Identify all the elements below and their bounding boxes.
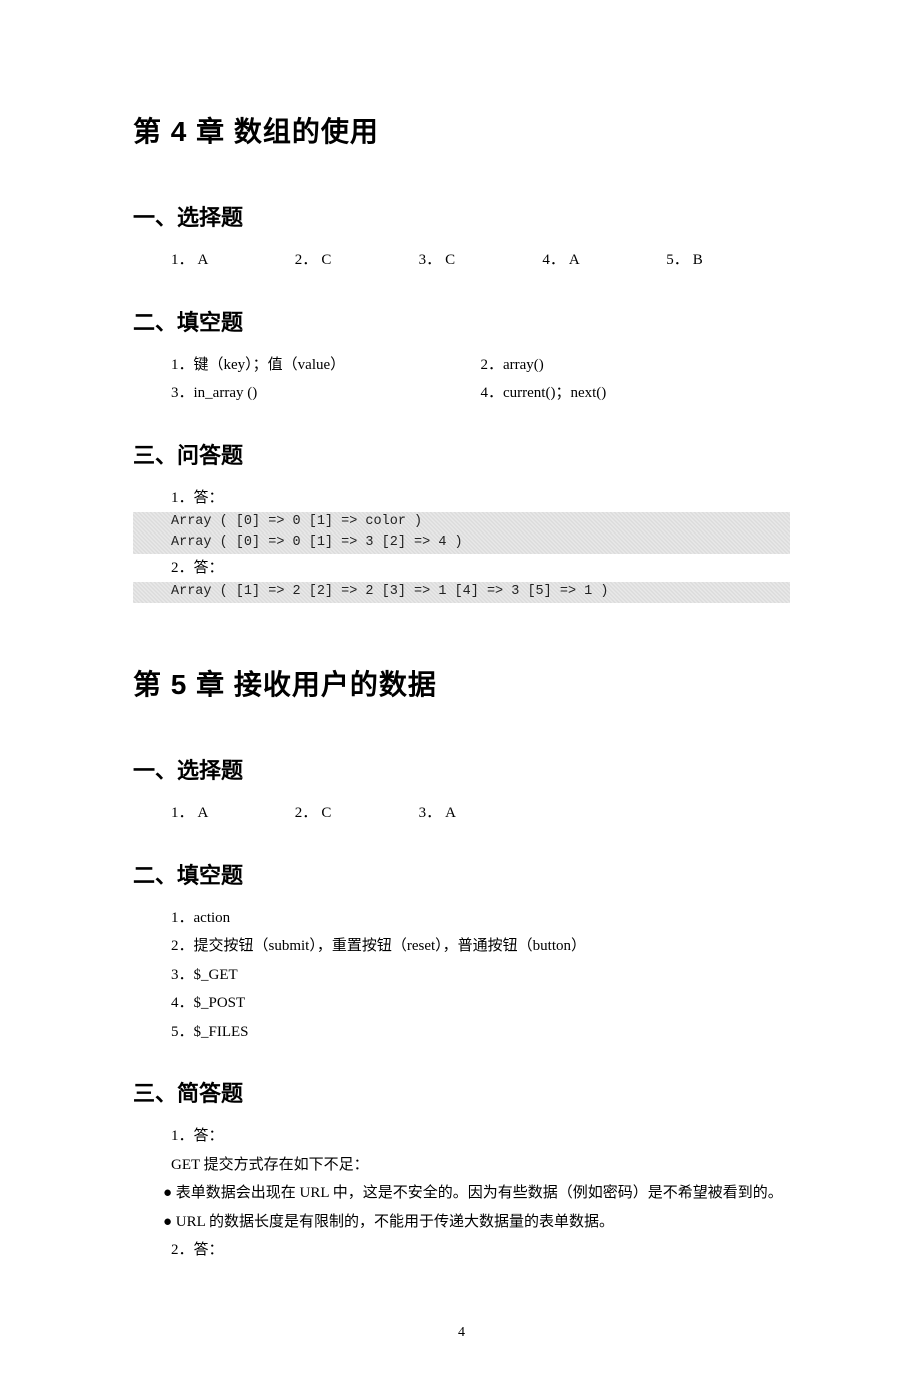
fill-cell: 3．in_array ()	[171, 379, 481, 408]
qa-label: 2．答：	[133, 554, 790, 583]
item-ans: C	[321, 252, 331, 268]
choice-answers: 1．A 2．C 3．A	[133, 799, 790, 828]
essay-line: 2．答：	[133, 1236, 790, 1265]
fill-item: 3．$_GET	[171, 961, 790, 990]
item-ans: C	[321, 805, 331, 821]
section-essay: 三、简答题 1．答： GET 提交方式存在如下不足： ● 表单数据会出现在 UR…	[133, 1076, 790, 1265]
essay-line: 1．答：	[133, 1122, 790, 1151]
fill-list: 1．action 2．提交按钮（submit），重置按钮（reset），普通按钮…	[133, 904, 790, 1047]
item-num: 1．	[171, 252, 194, 268]
choice-item: 2．C	[295, 799, 419, 828]
section-title: 三、简答题	[133, 1076, 790, 1108]
fill-row: 1．键（key）；值（value） 2．array()	[171, 351, 790, 380]
qa-label: 1．答：	[133, 484, 790, 513]
section-qa: 三、问答题 1．答： Array ( [0] => 0 [1] => color…	[133, 438, 790, 604]
section-fill: 二、填空题 1．键（key）；值（value） 2．array() 3．in_a…	[133, 305, 790, 408]
fill-item: 5．$_FILES	[171, 1018, 790, 1047]
item-num: 1．	[171, 805, 194, 821]
item-num: 3．	[419, 805, 442, 821]
section-title: 三、问答题	[133, 438, 790, 470]
section-choice: 一、选择题 1．A 2．C 3．A	[133, 753, 790, 828]
choice-spacer	[666, 799, 790, 828]
code-output: Array ( [1] => 2 [2] => 2 [3] => 1 [4] =…	[133, 582, 790, 603]
page-number: 4	[133, 1325, 790, 1341]
essay-bullet: ● URL 的数据长度是有限制的，不能用于传递大数据量的表单数据。	[133, 1208, 790, 1237]
section-choice: 一、选择题 1．A 2．C 3．C 4．A 5．B	[133, 200, 790, 275]
essay-bullet: ● 表单数据会出现在 URL 中，这是不安全的。因为有些数据（例如密码）是不希望…	[133, 1179, 790, 1208]
choice-item: 2．C	[295, 246, 419, 275]
code-output: Array ( [0] => 0 [1] => 3 [2] => 4 )	[133, 533, 790, 554]
fill-answers: 1．键（key）；值（value） 2．array() 3．in_array (…	[133, 351, 790, 408]
item-num: 2．	[295, 805, 318, 821]
choice-item: 1．A	[171, 246, 295, 275]
document-page: 第 4 章 数组的使用 一、选择题 1．A 2．C 3．C 4．A 5．B 二、…	[0, 0, 920, 1381]
essay-content: 1．答： GET 提交方式存在如下不足： ● 表单数据会出现在 URL 中，这是…	[133, 1122, 790, 1265]
chapter-5: 第 5 章 接收用户的数据 一、选择题 1．A 2．C 3．A 二、填空题 1．…	[133, 663, 790, 1265]
fill-cell: 2．array()	[481, 351, 791, 380]
fill-item: 4．$_POST	[171, 989, 790, 1018]
chapter-4: 第 4 章 数组的使用 一、选择题 1．A 2．C 3．C 4．A 5．B 二、…	[133, 110, 790, 603]
chapter-title: 第 4 章 数组的使用	[133, 110, 790, 150]
item-num: 3．	[419, 252, 442, 268]
choice-spacer	[542, 799, 666, 828]
section-title: 一、选择题	[133, 200, 790, 232]
item-ans: A	[198, 805, 209, 821]
item-ans: B	[693, 252, 703, 268]
fill-item: 2．提交按钮（submit），重置按钮（reset），普通按钮（button）	[171, 932, 790, 961]
choice-item: 3．A	[419, 799, 543, 828]
fill-row: 3．in_array () 4．current()；next()	[171, 379, 790, 408]
section-title: 二、填空题	[133, 858, 790, 890]
item-ans: A	[198, 252, 209, 268]
fill-cell: 4．current()；next()	[481, 379, 791, 408]
section-title: 二、填空题	[133, 305, 790, 337]
choice-item: 1．A	[171, 799, 295, 828]
item-ans: C	[445, 252, 455, 268]
item-ans: A	[569, 252, 580, 268]
section-fill: 二、填空题 1．action 2．提交按钮（submit），重置按钮（reset…	[133, 858, 790, 1047]
chapter-title: 第 5 章 接收用户的数据	[133, 663, 790, 703]
qa-content: 1．答： Array ( [0] => 0 [1] => color ) Arr…	[133, 484, 790, 604]
essay-line: GET 提交方式存在如下不足：	[133, 1151, 790, 1180]
section-title: 一、选择题	[133, 753, 790, 785]
choice-answers: 1．A 2．C 3．C 4．A 5．B	[133, 246, 790, 275]
item-num: 4．	[542, 252, 565, 268]
fill-cell: 1．键（key）；值（value）	[171, 351, 481, 380]
item-num: 2．	[295, 252, 318, 268]
fill-item: 1．action	[171, 904, 790, 933]
item-num: 5．	[666, 252, 689, 268]
item-ans: A	[445, 805, 456, 821]
choice-item: 5．B	[666, 246, 790, 275]
code-output: Array ( [0] => 0 [1] => color )	[133, 512, 790, 533]
choice-item: 3．C	[419, 246, 543, 275]
choice-item: 4．A	[542, 246, 666, 275]
